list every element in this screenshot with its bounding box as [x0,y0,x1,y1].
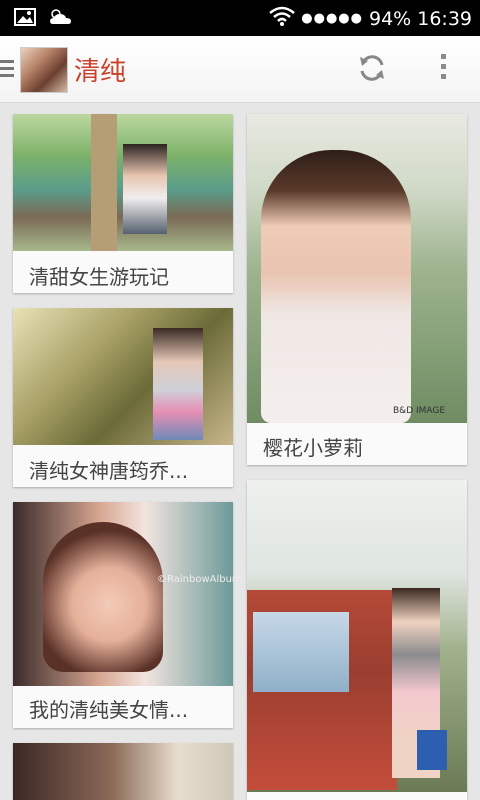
album-photo: ©RainbowAlbum [13,502,242,686]
signal-strength-indicator: ●●●●● [301,11,363,26]
album-card[interactable]: B&D IMAGE 樱花小萝莉 [247,114,467,465]
album-photo [13,114,233,251]
album-photo [247,480,467,792]
action-bar: 清纯 [0,36,480,103]
weather-cloud-icon [48,8,74,30]
status-right: ●●●●● 94% 16:39 [269,6,472,31]
album-title: 我的清纯美女情... [29,698,189,722]
wifi-icon [269,6,296,31]
album-card[interactable]: 清甜女生游玩记 [13,114,233,293]
photo-watermark: ©RainbowAlbum [157,574,242,585]
photo-watermark: B&D IMAGE [393,406,446,416]
album-title: 清纯女神唐筠乔... [29,459,189,483]
album-title: 樱花小萝莉 [263,436,363,460]
battery-level: 94% [369,7,412,30]
album-title: 清甜女生游玩记 [29,265,169,289]
album-photo [13,308,233,445]
refresh-icon[interactable] [356,52,388,84]
album-card[interactable] [247,480,467,800]
album-card[interactable]: ©RainbowAlbum 我的清纯美女情... [13,502,242,728]
status-bar: ●●●●● 94% 16:39 [0,0,480,36]
album-card[interactable]: 清纯女神唐筠乔... [13,308,233,487]
album-photo: B&D IMAGE [247,114,467,423]
drawer-menu-icon[interactable] [0,60,14,78]
page-title: 清纯 [74,57,127,87]
app-icon[interactable] [20,47,68,93]
clock: 16:39 [417,7,472,30]
image-notification-icon [14,8,36,30]
overflow-menu-icon[interactable] [438,54,448,84]
album-card[interactable] [13,743,233,800]
album-photo [13,743,233,800]
status-left [14,8,74,30]
